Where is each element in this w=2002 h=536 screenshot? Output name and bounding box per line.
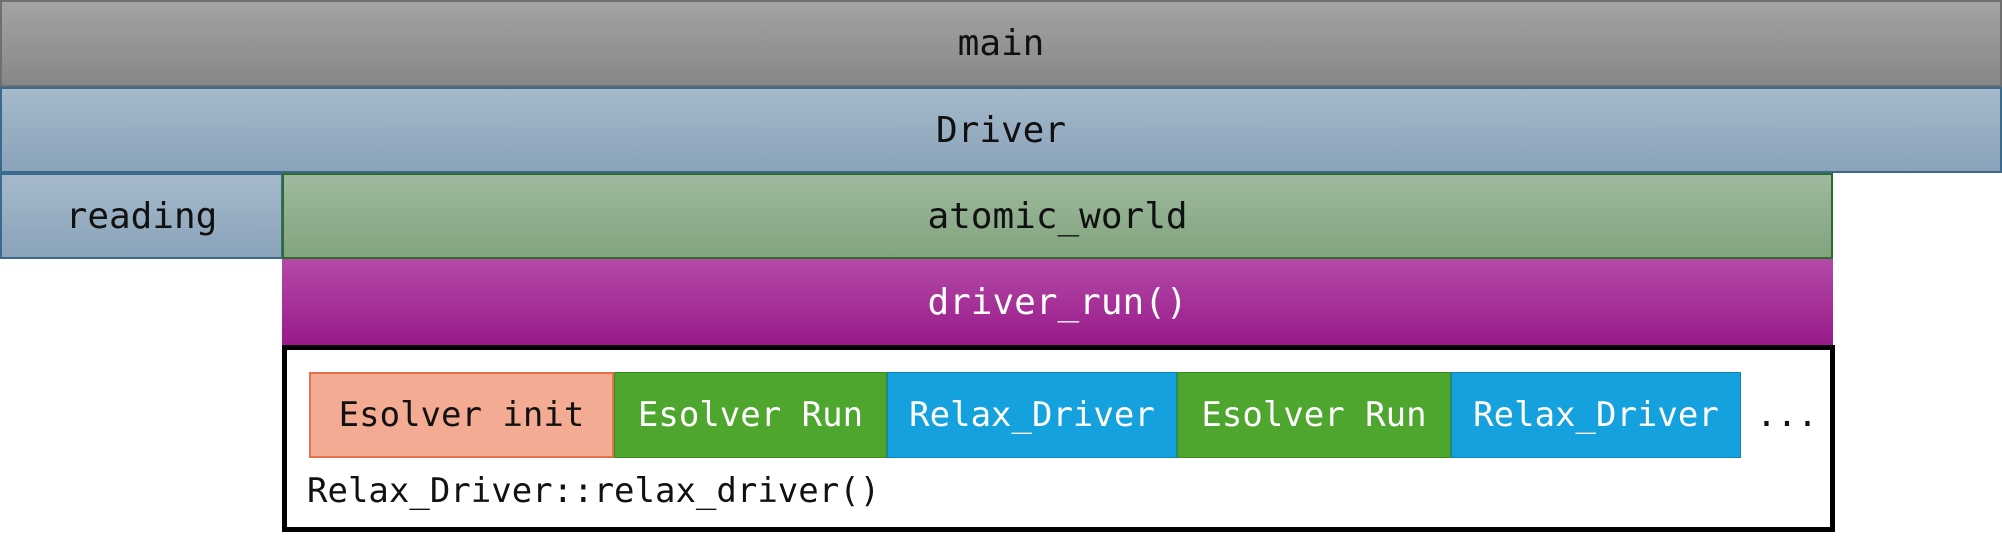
- layer-driver-run-label: driver_run(): [927, 281, 1188, 323]
- layer-driver-label: Driver: [935, 109, 1067, 151]
- step-label: Relax_Driver: [909, 395, 1155, 435]
- layer-atomic-world: atomic_world: [282, 173, 1833, 259]
- layer-main: main: [0, 0, 2002, 87]
- step-continuation: ...: [1756, 395, 1818, 435]
- layer-reading: reading: [0, 173, 283, 259]
- step-relax-driver: Relax_Driver: [887, 372, 1177, 458]
- step-label: Esolver Run: [637, 395, 864, 435]
- step-esolver-run: Esolver Run: [614, 372, 887, 458]
- layer-main-label: main: [957, 23, 1045, 64]
- layer-driver: Driver: [0, 87, 2002, 173]
- relax-driver-caption: Relax_Driver::relax_driver(): [307, 471, 881, 511]
- layer-reading-label: reading: [65, 195, 218, 237]
- step-esolver-init: Esolver init: [309, 372, 614, 458]
- step-relax-driver: Relax_Driver: [1451, 372, 1741, 458]
- layer-atomic-world-label: atomic_world: [927, 195, 1188, 237]
- step-label: Esolver init: [338, 395, 585, 435]
- layer-driver-run: driver_run(): [282, 259, 1833, 345]
- step-label: Relax_Driver: [1473, 395, 1719, 435]
- step-esolver-run: Esolver Run: [1177, 372, 1451, 458]
- step-label: Esolver Run: [1201, 395, 1427, 435]
